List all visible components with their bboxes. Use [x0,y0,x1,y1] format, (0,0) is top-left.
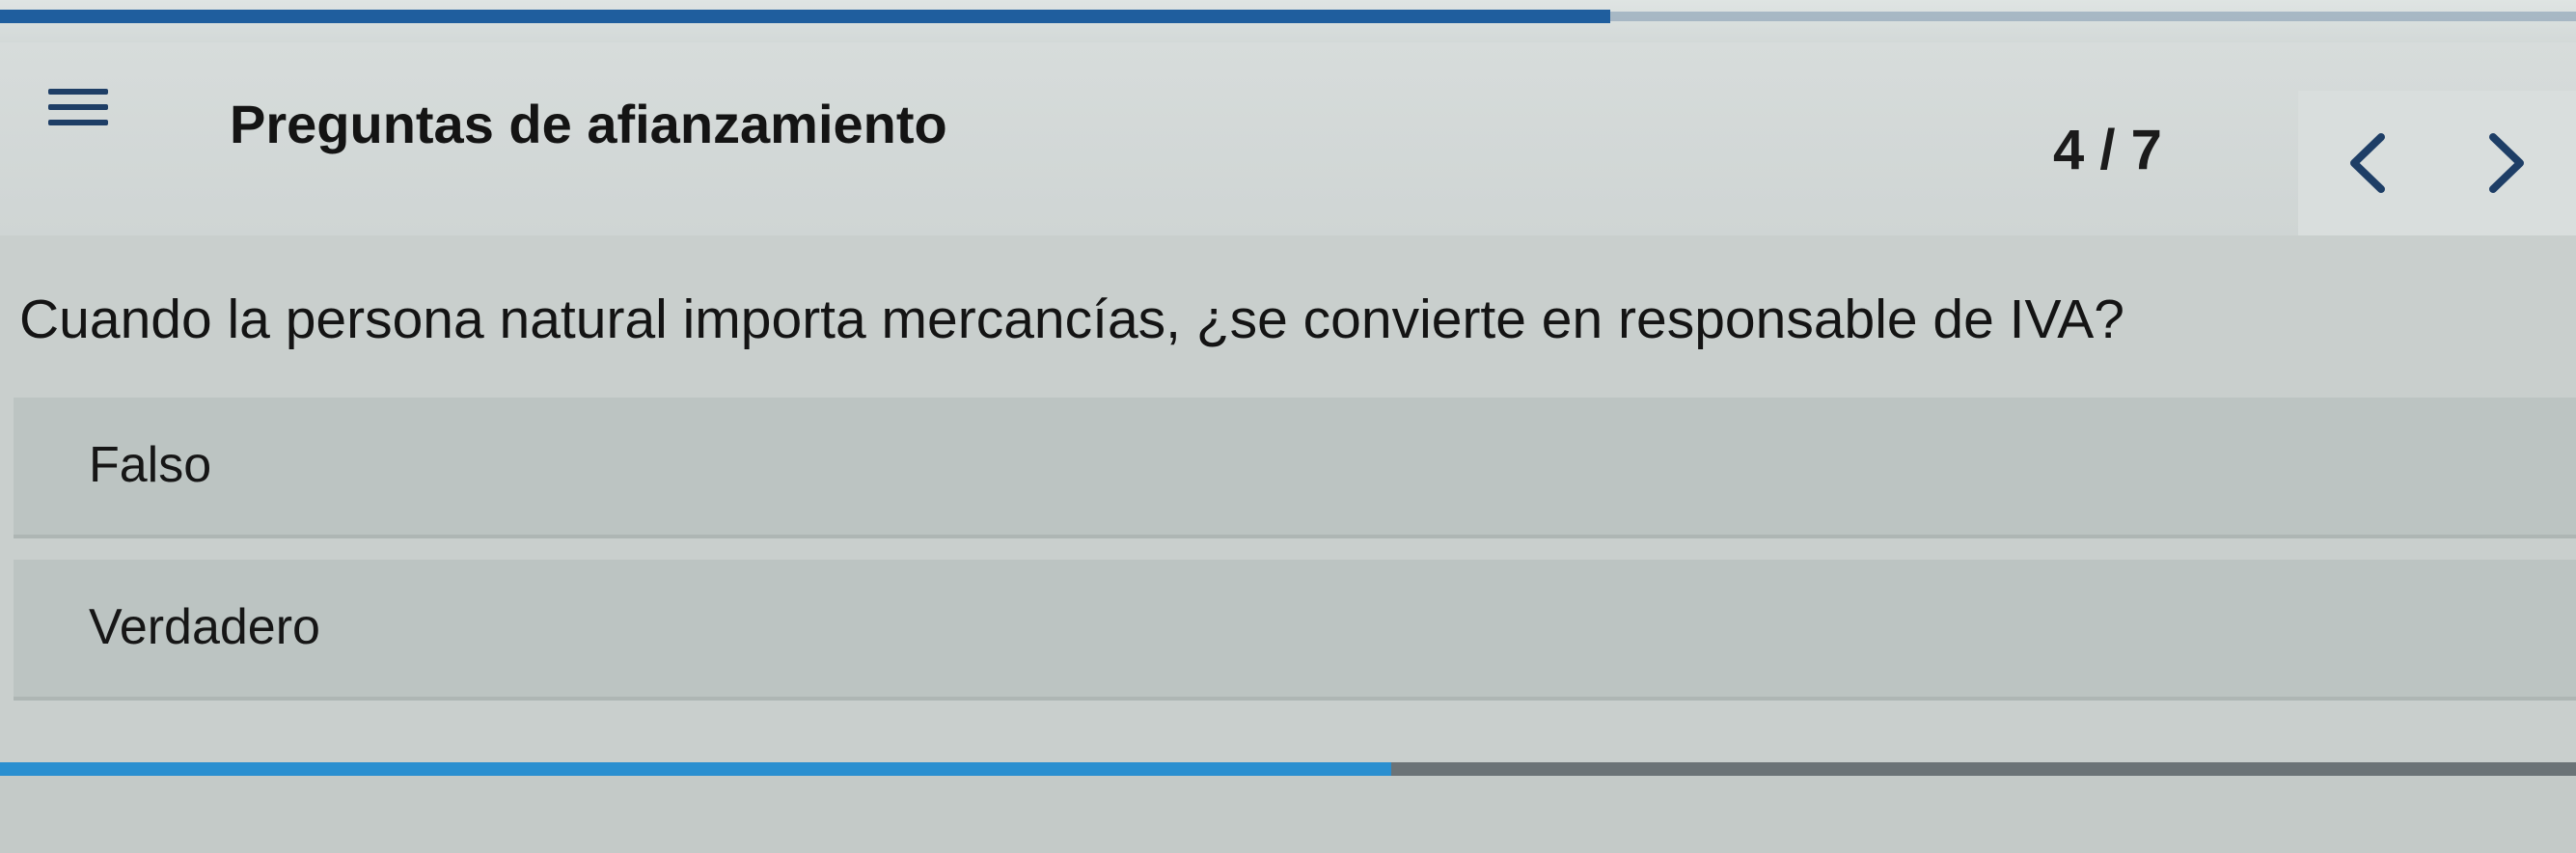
option-falso[interactable]: Falso [14,398,2576,538]
chevron-left-icon [2350,133,2385,193]
next-question-button[interactable] [2437,91,2576,235]
footer-strip [0,776,2576,853]
chevron-right-icon [2489,133,2524,193]
menu-icon-line [48,104,108,110]
hamburger-menu-icon[interactable] [48,89,108,127]
bottom-progress-bar [0,762,2576,776]
page-title: Preguntas de afianzamiento [230,94,947,154]
bottom-progress-answered [0,762,1391,776]
question-text: Cuando la persona natural importa mercan… [19,289,2125,350]
question-counter: 4 / 7 [2053,119,2162,181]
menu-icon-line [48,120,108,125]
bottom-progress-remaining [1391,762,2576,776]
option-label: Falso [89,437,212,493]
top-progress-bar [0,0,2576,42]
previous-question-button[interactable] [2298,91,2437,235]
question-navigation [2298,91,2576,235]
menu-icon-line [48,89,108,95]
header: Preguntas de afianzamiento 4 / 7 [0,42,2576,235]
top-progress-fill [0,10,1610,23]
option-verdadero[interactable]: Verdadero [14,560,2576,701]
option-label: Verdadero [89,599,320,655]
answer-options: Falso Verdadero [14,398,2576,722]
